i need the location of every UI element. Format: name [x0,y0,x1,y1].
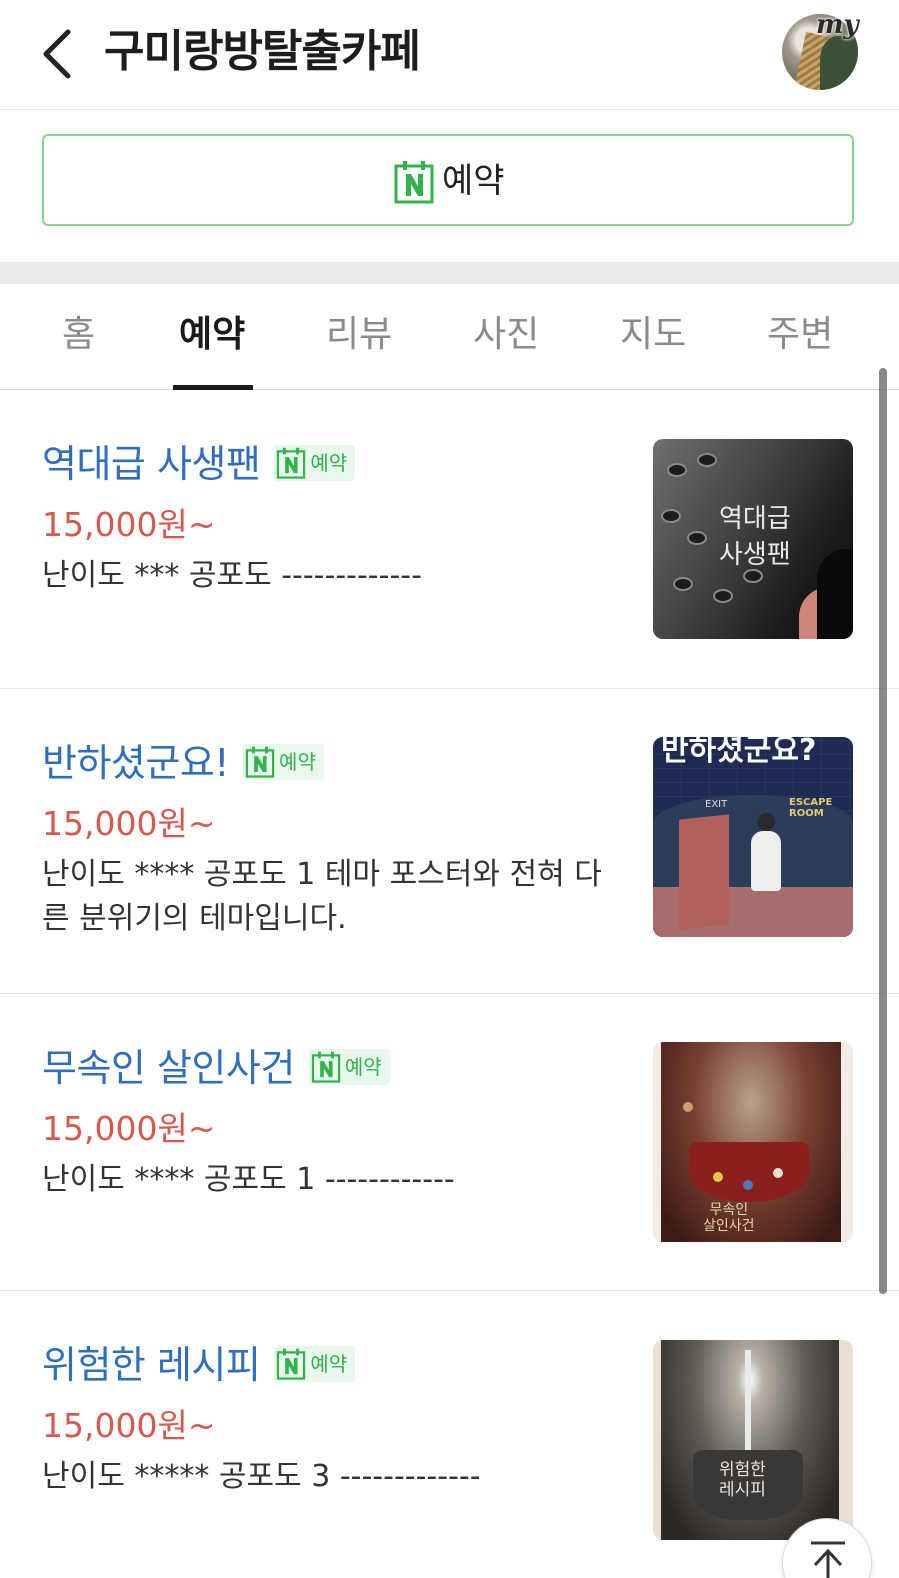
item-price: 15,000원~ [42,1109,216,1148]
thumbnail-figure [751,831,781,891]
booking-badge: 예약 [274,1345,356,1382]
thumbnail-pattern [773,1168,783,1178]
item-title[interactable]: 무속인 살인사건 예약 [42,1042,390,1094]
list-item[interactable]: 역대급 사생팬 예약 15,000원~ 난이도 *** 공포도 ---------… [0,390,899,689]
thumbnail-text-line: 역대급 [719,504,791,534]
booking-badge-label: 예약 [279,749,316,774]
tab-home[interactable]: 홈 [62,310,95,360]
item-price: 15,000원~ [42,505,216,544]
tab-bar: 홈 예약 리뷰 사진 지도 주변 [0,284,899,390]
thumbnail-text-line: 살인사건 [703,1218,755,1234]
item-name: 역대급 사생팬 [42,442,261,486]
item-title[interactable]: 위험한 레시피 예약 [42,1339,356,1391]
booking-badge-label: 예약 [310,1351,348,1376]
scroll-top-icon [811,1541,845,1578]
app-header: 구미랑방탈출카페 my [0,0,899,110]
thumbnail-text: 역대급사생팬 [719,501,791,573]
list-item[interactable]: 위험한 레시피 예약 15,000원~ 난이도 ***** 공포도 3 -----… [0,1291,899,1578]
thumbnail-text: 반하셨군요? [661,737,817,768]
footprint [687,531,707,545]
item-price: 15,000원~ [42,1406,216,1445]
back-button[interactable] [38,26,78,82]
item-thumbnail[interactable]: 무속인 살인사건 [653,1042,853,1242]
thumbnail-bowl [689,1142,809,1202]
booking-badge-label: 예약 [310,450,348,475]
thumbnail-text: 무속인 살인사건 [703,1202,755,1234]
item-title[interactable]: 반하셨군요! 예약 [42,737,324,789]
my-badge[interactable]: my [816,10,859,40]
thumbnail-figure [757,813,775,831]
thumbnail-pattern [743,1180,753,1190]
thumbnail-text-line: 레시피 [719,1480,766,1500]
tab-reservation[interactable]: 예약 [179,310,245,360]
item-name: 무속인 살인사건 [42,1046,295,1090]
tab-map[interactable]: 지도 [620,310,686,360]
naver-booking-icon [245,746,275,778]
thumbnail-text-line: 사생팬 [719,540,791,570]
section-divider [0,262,899,284]
thumbnail-pattern [713,1172,723,1182]
back-arrow-icon [43,29,71,79]
reserve-section: 예약 [0,110,899,262]
booking-badge: 예약 [243,743,324,780]
thumbnail-figure [817,549,853,639]
booking-badge: 예약 [308,1048,390,1085]
page-title: 구미랑방탈출카페 [104,26,421,77]
list-item[interactable]: 반하셨군요! 예약 15,000원~ 난이도 **** 공포도 1 테마 포스터와… [0,689,899,994]
reserve-button[interactable]: 예약 [42,134,854,226]
booking-badge-label: 예약 [344,1054,382,1079]
item-name: 위험한 레시피 [42,1343,261,1387]
item-price: 15,000원~ [42,804,216,843]
thumbnail-pattern [683,1102,693,1112]
item-description: 난이도 *** 공포도 ------------- [42,558,422,593]
footprint [661,509,681,523]
item-thumbnail[interactable]: 반하셨군요? EXIT ESCAPE ROOM [653,737,853,937]
footprint [667,463,687,477]
reserve-button-label: 예약 [442,161,505,201]
item-name: 반하셨군요! [42,741,230,785]
item-thumbnail[interactable]: 위험한 레시피 [653,1340,853,1540]
item-title[interactable]: 역대급 사생팬 예약 [42,438,356,490]
tab-photos[interactable]: 사진 [473,310,539,360]
thumbnail-text: 위험한 레시피 [719,1460,766,1500]
tab-reviews[interactable]: 리뷰 [326,310,392,360]
thumbnail-door [679,814,729,930]
item-thumbnail[interactable]: 역대급사생팬 [653,439,853,639]
footprint [713,589,733,603]
thumbnail-escape-sign: ESCAPE ROOM [789,797,833,819]
item-description: 난이도 **** 공포도 1 테마 포스터와 전혀 다른 분위기의 테마입니다. [42,857,602,936]
naver-booking-icon [394,161,434,204]
item-description: 난이도 ***** 공포도 3 ------------- [42,1459,481,1494]
scroll-to-top-button[interactable] [782,1518,872,1578]
list-item[interactable]: 무속인 살인사건 예약 15,000원~ 난이도 **** 공포도 1 -----… [0,994,899,1291]
footprint [697,453,717,467]
scrollbar[interactable] [879,368,887,1294]
booking-badge: 예약 [274,444,356,481]
tab-nearby[interactable]: 주변 [767,310,833,360]
naver-booking-icon [277,447,306,479]
naver-booking-icon [277,1348,306,1380]
avatar-image-detail [820,36,858,90]
thumbnail-exit-sign: EXIT [705,799,728,810]
item-description: 난이도 **** 공포도 1 ------------ [42,1162,455,1197]
naver-booking-icon [311,1051,340,1083]
footprint [673,577,693,591]
thumbnail-text-line: 무속인 [709,1202,749,1218]
thumbnail-text-line: 위험한 [719,1460,766,1480]
